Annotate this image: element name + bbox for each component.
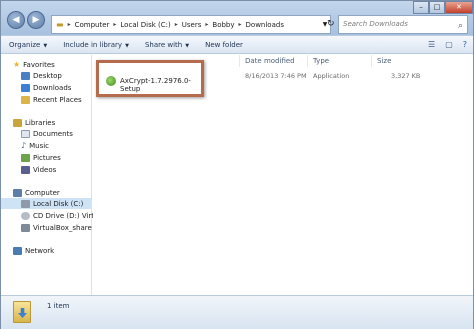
search-input[interactable]: Search Downloads ⌕ bbox=[338, 15, 468, 34]
nav-music-label: Music bbox=[29, 141, 50, 150]
drive-icon bbox=[21, 199, 30, 208]
nav-network-label: Network bbox=[25, 246, 55, 255]
maximize-button[interactable]: □ bbox=[429, 1, 445, 14]
chevron-right-icon: ▸ bbox=[238, 21, 242, 28]
dropdown-arrow-icon: ▼ bbox=[185, 42, 190, 49]
network-icon bbox=[13, 246, 22, 255]
highlighted-file-row[interactable]: AxCrypt-1.7.2976.0-Setup bbox=[96, 60, 204, 97]
nav-desktop-label: Desktop bbox=[33, 71, 62, 80]
chevron-right-icon: ▸ bbox=[113, 21, 117, 28]
address-bar[interactable]: ▬ ▸ Computer ▸ Local Disk (C:) ▸ Users ▸… bbox=[51, 15, 331, 34]
column-date[interactable]: Date modified bbox=[245, 57, 295, 65]
nav-pictures-label: Pictures bbox=[33, 153, 61, 162]
file-date: 8/16/2013 7:46 PM bbox=[245, 72, 307, 80]
dropdown-arrow-icon: ▼ bbox=[125, 42, 129, 49]
minimize-button[interactable]: – bbox=[413, 1, 429, 14]
back-button[interactable]: ◀ bbox=[7, 11, 25, 29]
libraries-icon bbox=[13, 118, 22, 127]
crumb-downloads[interactable]: Downloads bbox=[246, 21, 284, 29]
help-icon[interactable]: ? bbox=[463, 40, 467, 49]
title-bar: ◀ ▶ ▬ ▸ Computer ▸ Local Disk (C:) ▸ Use… bbox=[1, 1, 473, 35]
new-folder-label: New folder bbox=[205, 40, 243, 49]
item-count: 1 item bbox=[47, 302, 70, 310]
share-with-button[interactable]: Share with ▼ bbox=[137, 41, 197, 49]
downloads-icon bbox=[21, 83, 30, 92]
chevron-right-icon: ▸ bbox=[174, 21, 178, 28]
nav-recent-label: Recent Places bbox=[33, 95, 82, 104]
column-type[interactable]: Type bbox=[313, 57, 329, 65]
organize-label: Organize bbox=[9, 40, 41, 49]
file-list: Date modified Type Size 8/16/2013 7:46 P… bbox=[93, 55, 473, 295]
nav-documents-label: Documents bbox=[33, 129, 73, 138]
cd-drive-icon bbox=[21, 211, 30, 220]
music-icon: ♪ bbox=[21, 141, 27, 150]
documents-icon bbox=[21, 129, 30, 138]
change-view-icon[interactable]: ☰ bbox=[428, 40, 435, 49]
crumb-computer[interactable]: Computer bbox=[75, 21, 110, 29]
search-placeholder: Search Downloads bbox=[343, 20, 408, 28]
chevron-right-icon: ▸ bbox=[205, 21, 209, 28]
column-divider[interactable] bbox=[307, 55, 308, 67]
crumb-users[interactable]: Users bbox=[182, 21, 202, 29]
network-drive-icon bbox=[21, 223, 30, 232]
view-controls: ☰ ▢ ? bbox=[428, 40, 467, 49]
nav-videos-label: Videos bbox=[33, 165, 57, 174]
crumb-local-disk[interactable]: Local Disk (C:) bbox=[120, 21, 170, 29]
nav-local-disk-label: Local Disk (C:) bbox=[33, 199, 84, 208]
chevron-right-icon: ▸ bbox=[67, 21, 71, 28]
pictures-icon bbox=[21, 153, 30, 162]
share-label: Share with bbox=[144, 40, 183, 49]
nav-computer[interactable]: Computer bbox=[13, 187, 104, 198]
include-in-library-button[interactable]: Include in library ▼ bbox=[55, 41, 137, 49]
command-bar: Organize ▼ Include in library ▼ Share with… bbox=[1, 35, 473, 54]
explorer-window: ◀ ▶ ▬ ▸ Computer ▸ Local Disk (C:) ▸ Use… bbox=[0, 0, 474, 329]
include-label: Include in library bbox=[63, 40, 123, 49]
refresh-icon[interactable]: ↻ bbox=[327, 15, 335, 34]
nav-libraries-label: Libraries bbox=[25, 118, 56, 127]
nav-computer-label: Computer bbox=[25, 188, 60, 197]
computer-icon bbox=[13, 188, 22, 197]
file-type: Application bbox=[313, 72, 350, 80]
folder-icon: ▬ bbox=[56, 20, 64, 29]
desktop-icon bbox=[21, 71, 30, 80]
column-divider[interactable] bbox=[371, 55, 372, 67]
column-divider[interactable] bbox=[239, 55, 240, 67]
close-button[interactable]: ✕ bbox=[445, 1, 473, 14]
details-pane: 1 item bbox=[1, 295, 473, 329]
forward-button[interactable]: ▶ bbox=[27, 11, 45, 29]
setup-app-icon bbox=[106, 76, 116, 86]
crumb-bobby[interactable]: Bobby bbox=[212, 21, 234, 29]
new-folder-button[interactable]: New folder bbox=[197, 41, 251, 49]
nav-local-disk[interactable]: Local Disk (C:) bbox=[1, 198, 92, 209]
star-icon: ★ bbox=[13, 60, 21, 69]
downloads-folder-icon bbox=[13, 301, 31, 323]
videos-icon bbox=[21, 165, 30, 174]
organize-button[interactable]: Organize ▼ bbox=[1, 41, 55, 49]
window-controls: – □ ✕ bbox=[413, 1, 473, 15]
navigation-pane: ★ Favorites Desktop Downloads Recent Pla… bbox=[1, 55, 106, 295]
nav-network[interactable]: Network bbox=[13, 245, 104, 256]
file-size: 3,327 KB bbox=[391, 72, 421, 80]
column-size[interactable]: Size bbox=[377, 57, 391, 65]
dropdown-arrow-icon: ▼ bbox=[43, 42, 48, 49]
nav-favorites[interactable]: ★ Favorites bbox=[13, 59, 104, 70]
nav-libraries[interactable]: Libraries bbox=[13, 117, 104, 128]
preview-pane-icon[interactable]: ▢ bbox=[445, 40, 453, 49]
recent-places-icon bbox=[21, 95, 30, 104]
nav-downloads-label: Downloads bbox=[33, 83, 72, 92]
nav-favorites-label: Favorites bbox=[23, 60, 55, 69]
file-name[interactable]: AxCrypt-1.7.2976.0-Setup bbox=[120, 77, 201, 93]
search-icon[interactable]: ⌕ bbox=[458, 18, 463, 35]
